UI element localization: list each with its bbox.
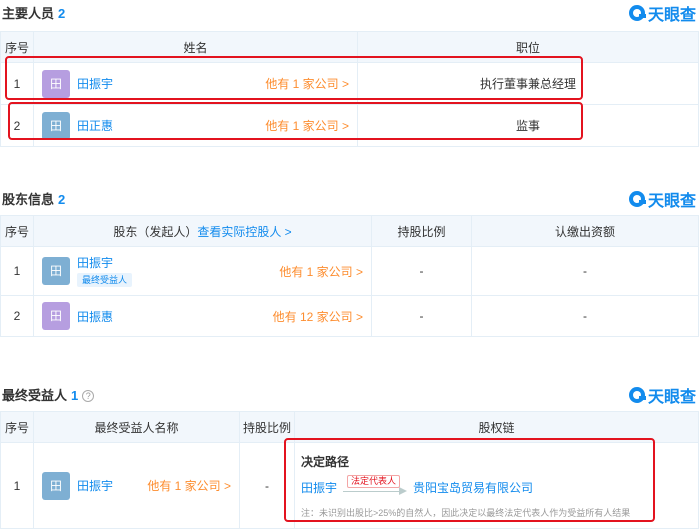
brand-logo: 天眼查	[628, 383, 696, 407]
other-companies-link[interactable]: 他有 1 家公司 >	[279, 263, 363, 280]
section-count: 1	[71, 388, 79, 403]
person-name-link[interactable]: 田振惠	[77, 310, 113, 324]
section-title-text: 最终受益人	[2, 388, 68, 403]
person-cell: 田 田振宇 最终受益人 他有 1 家公司 >	[33, 246, 372, 296]
row-seq: 2	[0, 295, 34, 337]
other-companies-link[interactable]: 他有 1 家公司 >	[147, 477, 231, 494]
avatar[interactable]: 田	[42, 257, 70, 285]
brand-text: 天眼查	[647, 389, 696, 406]
person-name-link[interactable]: 田振宇	[77, 255, 132, 271]
col-holder-label: 股东（发起人）	[113, 224, 198, 239]
person-cell: 田 田振宇 他有 1 家公司 >	[33, 442, 240, 529]
section-title: 主要人员 2	[2, 3, 65, 22]
section-title: 最终受益人 1?	[2, 385, 95, 404]
avatar[interactable]: 田	[42, 471, 70, 500]
section-header: 股东信息 2 天眼查	[0, 186, 700, 210]
col-name: 最终受益人名称	[33, 411, 240, 443]
col-seq: 序号	[0, 411, 34, 443]
brand-mark-icon	[628, 191, 646, 207]
section-title-text: 主要人员	[2, 6, 55, 21]
table-row: 2 田 田振惠 他有 12 家公司 > - -	[0, 295, 699, 337]
section-header: 最终受益人 1? 天眼查	[0, 382, 700, 406]
col-holder: 股东（发起人）查看实际控股人 >	[33, 215, 372, 247]
other-companies-link[interactable]: 他有 12 家公司 >	[273, 308, 363, 325]
ratio-cell: -	[371, 246, 472, 296]
brand-mark-icon	[628, 5, 646, 21]
avatar[interactable]: 田	[42, 302, 70, 330]
shareholders-table: 序号 股东（发起人）查看实际控股人 > 持股比例 认缴出资额 1 田 田振宇 最…	[0, 215, 699, 337]
highlight-box	[5, 56, 583, 100]
highlight-box	[8, 102, 583, 140]
section-count: 2	[58, 192, 66, 207]
section-count: 2	[58, 6, 66, 21]
view-controller-link[interactable]: 查看实际控股人 >	[197, 225, 291, 239]
section-header: 主要人员 2 天眼查	[0, 0, 700, 24]
brand-mark-icon	[628, 387, 646, 403]
brand-logo: 天眼查	[628, 1, 696, 25]
brand-text: 天眼查	[647, 193, 696, 210]
col-ratio: 持股比例	[371, 215, 472, 247]
capital-cell: -	[471, 246, 699, 296]
brand-text: 天眼查	[647, 7, 696, 24]
section-title: 股东信息 2	[2, 189, 65, 208]
person-cell: 田 田振惠 他有 12 家公司 >	[33, 295, 372, 337]
table-row: 1 田 田振宇 最终受益人 他有 1 家公司 > - -	[0, 246, 699, 296]
shareholders-section: 股东信息 2 天眼查 序号 股东（发起人）查看实际控股人 > 持股比例 认缴出资额…	[0, 186, 700, 337]
capital-cell: -	[471, 295, 699, 337]
beneficiary-tag: 最终受益人	[77, 273, 133, 287]
row-seq: 1	[0, 442, 34, 529]
brand-logo: 天眼查	[628, 187, 696, 211]
section-title-text: 股东信息	[2, 192, 55, 207]
highlight-box	[284, 438, 655, 522]
col-seq: 序号	[0, 215, 34, 247]
row-seq: 1	[0, 246, 34, 296]
ratio-cell: -	[371, 295, 472, 337]
col-capital: 认缴出资额	[471, 215, 699, 247]
help-icon[interactable]: ?	[82, 390, 95, 402]
table-header-row: 序号 股东（发起人）查看实际控股人 > 持股比例 认缴出资额	[0, 215, 699, 247]
person-name-link[interactable]: 田振宇	[77, 479, 113, 493]
